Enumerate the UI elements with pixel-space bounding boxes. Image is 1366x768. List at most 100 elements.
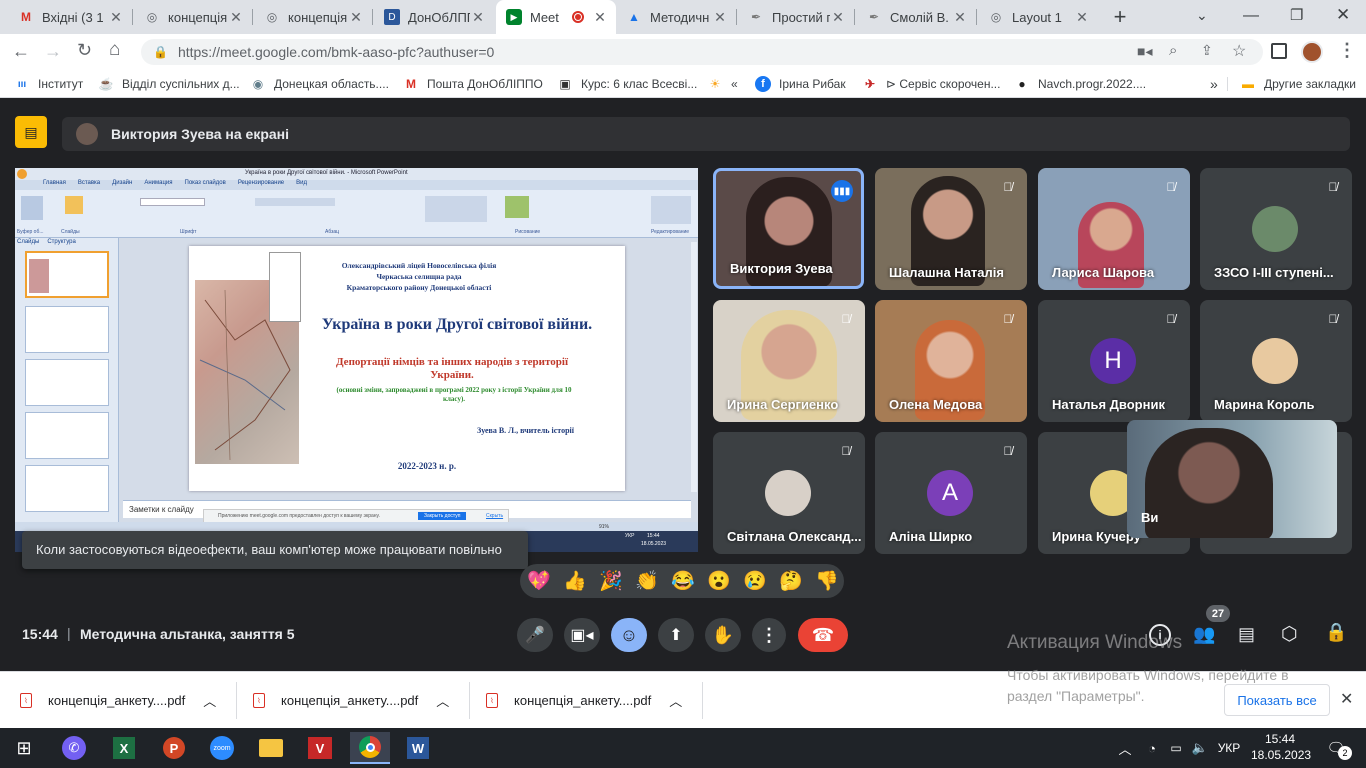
hide-share-button[interactable]: Скрыть [486, 513, 503, 519]
download-item[interactable]: ⌇ концепція_анкету....pdf ︿ [486, 672, 682, 729]
zoom-icon[interactable]: ⌕ [1169, 42, 1177, 59]
bookmark-sun[interactable]: ☀ « [707, 70, 738, 98]
reaction-thinking[interactable]: 🤔 [777, 568, 805, 594]
close-icon[interactable]: ✕ [1074, 9, 1090, 26]
participant-tile[interactable]: A 🎙̸ Аліна Ширко [875, 432, 1027, 554]
more-bookmarks[interactable]: » [1210, 70, 1218, 98]
bookmark-facebook[interactable]: f Ірина Рибак [755, 70, 846, 98]
reload-icon[interactable]: ↻ [77, 40, 92, 61]
menu-kebab-icon[interactable]: ⋮ [1338, 40, 1356, 61]
omnibox[interactable]: 🔒 https://meet.google.com/bmk-aaso-pfc?a… [141, 39, 1263, 65]
tab-donobl[interactable]: D ДонОбЛПП ✕ [374, 0, 494, 34]
new-tab-icon[interactable]: + [1108, 4, 1132, 29]
notifications-icon[interactable]: 🗨 2 [1318, 732, 1354, 764]
window-close-icon[interactable]: ✕ [1336, 5, 1350, 25]
participant-tile[interactable]: 🎙̸ Шалашна Наталія [875, 168, 1027, 290]
raise-hand-button[interactable]: ✋ [705, 618, 741, 652]
tab-meet[interactable]: ▶ Meet ✕ [496, 0, 616, 34]
word-app-icon[interactable]: W [398, 732, 438, 764]
reaction-thumbs-up[interactable]: 👍 [561, 568, 589, 594]
activities-icon[interactable]: ⬡ [1281, 623, 1298, 646]
file-explorer-icon[interactable] [251, 732, 291, 764]
participant-tile[interactable]: 🎙̸ Світлана Олександ... [713, 432, 865, 554]
show-all-button[interactable]: Показать все [1224, 684, 1330, 716]
share-icon[interactable]: ⇪ [1201, 42, 1213, 59]
reactions-button[interactable]: ☺ [611, 618, 647, 652]
back-icon[interactable]: ← [12, 41, 30, 62]
stop-sharing-button[interactable]: Закрыть доступ [418, 512, 467, 520]
network-icon[interactable]: ◔ [1141, 732, 1163, 764]
excel-icon[interactable]: X [104, 732, 144, 764]
reaction-sad[interactable]: 😢 [741, 568, 769, 594]
slide-thumb-4[interactable] [25, 412, 109, 459]
close-icon[interactable]: ✕ [228, 9, 244, 26]
participant-tile[interactable]: 🎙̸ Ирина Сергиенко [713, 300, 865, 422]
tab-methodical[interactable]: ▲ Методичн ✕ [616, 0, 736, 34]
chevron-down-icon[interactable]: ⌄ [1196, 7, 1208, 24]
people-icon[interactable]: 👥 [1193, 624, 1215, 645]
chrome-icon[interactable] [350, 732, 390, 764]
tab-layout[interactable]: ◎ Layout 1 ✕ [978, 0, 1098, 34]
chevron-up-icon[interactable]: ︿ [669, 691, 682, 710]
bookmark-donetsk[interactable]: ◉ Донецкая область.... [250, 70, 389, 98]
tab-simple[interactable]: ✒ Простий г ✕ [738, 0, 854, 34]
tab-concept-2[interactable]: ◎ концепція ✕ [254, 0, 372, 34]
leave-call-button[interactable]: ☎ [798, 618, 848, 652]
participant-tile[interactable]: 🎙̸ Олена Медова [875, 300, 1027, 422]
reaction-party[interactable]: 🎉 [597, 568, 625, 594]
camera-button[interactable]: ▣◂ [564, 618, 600, 652]
camera-blocked-icon[interactable]: ■◂ [1137, 43, 1152, 60]
slide-thumb-2[interactable] [25, 306, 109, 353]
tab-concept-1[interactable]: ◎ концепція ✕ [134, 0, 252, 34]
restore-icon[interactable]: ❐ [1290, 6, 1303, 24]
bookmark-star-icon[interactable]: ☆ [1232, 41, 1246, 61]
participant-tile[interactable]: 🎙̸ Лариса Шарова [1038, 168, 1190, 290]
participant-tile[interactable]: ▮▮▮ Виктория Зуева [713, 168, 864, 289]
reaction-thumbs-down[interactable]: 👎 [813, 568, 841, 594]
viber-icon[interactable]: ✆ [54, 732, 94, 764]
minimize-icon[interactable]: — [1243, 7, 1259, 25]
download-item[interactable]: ⌇ концепція_анкету....pdf ︿ [253, 672, 449, 729]
self-view[interactable]: Ви [1127, 420, 1337, 538]
close-icon[interactable]: ✕ [592, 9, 608, 26]
close-icon[interactable]: ✕ [712, 9, 728, 26]
tab-gmail[interactable]: M Вхідні (3 1 ✕ [8, 0, 132, 34]
reaction-heart[interactable]: 💖 [525, 568, 553, 594]
side-panel-icon[interactable] [1271, 43, 1287, 59]
slide-thumb-5[interactable] [25, 465, 109, 512]
profile-avatar[interactable] [1301, 41, 1323, 63]
slide-thumb-1[interactable] [25, 251, 109, 298]
ppt-scrollbar[interactable] [691, 242, 697, 492]
bookmark-department[interactable]: ☕ Відділ суспільних д... [98, 70, 240, 98]
close-downloads-icon[interactable]: ✕ [1340, 689, 1353, 709]
powerpoint-icon[interactable]: P [154, 732, 194, 764]
bookmark-navch[interactable]: ● Navch.progr.2022.... [1014, 70, 1146, 98]
close-icon[interactable]: ✕ [830, 9, 846, 26]
present-button[interactable]: ⬆ [658, 618, 694, 652]
more-options-button[interactable]: ⋮ [752, 618, 786, 652]
reaction-surprised[interactable]: 😮 [705, 568, 733, 594]
participant-tile[interactable]: Н 🎙̸ Наталья Дворник [1038, 300, 1190, 422]
zoom-app-icon[interactable]: zoom [202, 732, 242, 764]
chevron-up-icon[interactable]: ︿ [203, 691, 216, 710]
microphone-button[interactable]: 🎤 [517, 618, 553, 652]
reaction-laugh[interactable]: 😂 [669, 568, 697, 594]
tab-smoliy[interactable]: ✒ Смолій В. ✕ [856, 0, 976, 34]
bookmark-course[interactable]: ▣ Курс: 6 клас Всесві... [557, 70, 697, 98]
start-icon[interactable]: ⊞ [4, 732, 44, 764]
forward-icon[interactable]: → [44, 41, 62, 62]
language-indicator[interactable]: УКР [1214, 732, 1244, 764]
chevron-up-icon[interactable]: ︿ [436, 691, 449, 710]
pdf-reader-icon[interactable]: V [300, 732, 340, 764]
battery-icon[interactable]: ▭ [1165, 732, 1187, 764]
tray-clock[interactable]: 15:44 18.05.2023 [1251, 731, 1311, 763]
bookmark-service[interactable]: ✈ ⊳ Сервіс скорочен... [862, 70, 1001, 98]
close-icon[interactable]: ✕ [348, 9, 364, 26]
home-icon[interactable]: ⌂ [109, 39, 120, 61]
reaction-clap[interactable]: 👏 [633, 568, 661, 594]
volume-icon[interactable]: 🔈 [1189, 732, 1211, 764]
participant-tile[interactable]: 🎙̸ Марина Король [1200, 300, 1352, 422]
tray-chevron-icon[interactable]: ︿ [1112, 732, 1138, 764]
close-icon[interactable]: ✕ [952, 9, 968, 26]
host-controls-icon[interactable]: 🔒 [1325, 622, 1347, 643]
